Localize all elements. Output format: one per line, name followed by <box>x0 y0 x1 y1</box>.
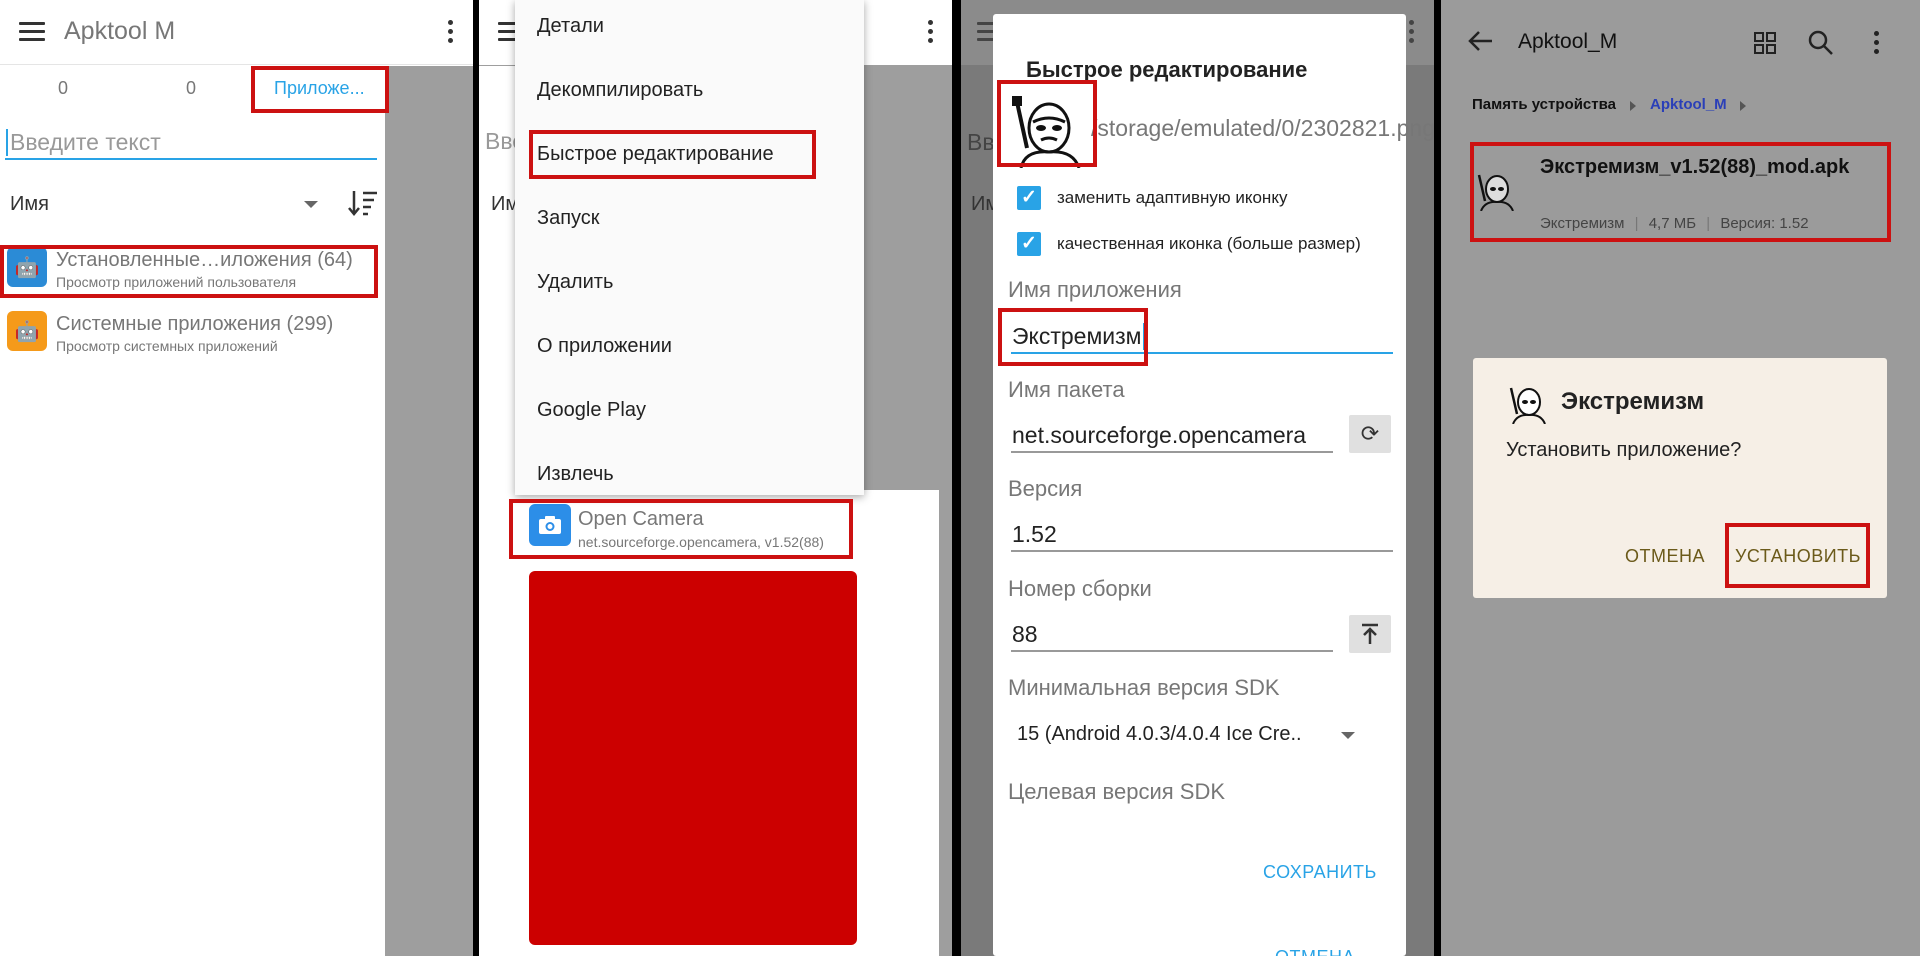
min-sdk-label: Минимальная версия SDK <box>1008 675 1280 700</box>
quick-edit-dialog: Быстрое редактирование /storage/emulated… <box>993 14 1434 956</box>
package-input[interactable]: net.sourceforge.opencamera <box>1012 422 1306 449</box>
panel-install: Apktool_M Память устройства Apktool_M Эк… <box>1441 0 1920 956</box>
chevron-right-icon <box>1740 101 1746 111</box>
highlight-box <box>997 80 1097 167</box>
version-label: Версия <box>1008 476 1083 501</box>
highlight-box <box>998 308 1148 366</box>
field-underline <box>1011 650 1333 652</box>
highlight-box <box>529 130 816 179</box>
highlight-box <box>1470 142 1891 242</box>
panel-quick-edit: Вв Им Быстрое редактирование /storage/em… <box>961 0 1434 956</box>
hamburger-menu-icon[interactable] <box>19 21 45 41</box>
menu-item-details[interactable]: Детали <box>537 15 604 38</box>
refresh-icon[interactable]: ⟳ <box>1349 415 1391 453</box>
icon-path: /storage/emulated/0/2302821.png <box>1091 115 1434 141</box>
list-item-title: Системные приложения (299) <box>56 313 334 335</box>
menu-item-extract[interactable]: Извлечь <box>537 463 614 486</box>
dropdown-caret-icon[interactable] <box>304 201 318 208</box>
checkbox-hq-icon[interactable]: ✓ <box>1017 232 1041 256</box>
dialog-title: Экстремизм <box>1561 388 1705 415</box>
more-options-icon <box>1409 20 1415 44</box>
menu-item-launch[interactable]: Запуск <box>537 207 600 230</box>
highlight-box <box>1725 523 1870 588</box>
checkbox-label: заменить адаптивную иконку <box>1057 188 1288 207</box>
panel-context-menu: Вве Им Детали Декомпилировать Быстрое ре… <box>479 0 952 956</box>
list-item-subtitle: Просмотр системных приложений <box>56 338 278 354</box>
search-icon[interactable] <box>1808 30 1834 56</box>
more-options-icon[interactable] <box>448 20 454 44</box>
build-label: Номер сборки <box>1008 576 1152 601</box>
menu-item-app-info[interactable]: О приложении <box>537 335 672 358</box>
app-icon <box>1509 387 1546 424</box>
redacted-block <box>529 571 857 945</box>
chevron-right-icon <box>1630 101 1636 111</box>
menu-item-delete[interactable]: Удалить <box>537 271 613 294</box>
highlight-box <box>251 66 389 113</box>
build-input[interactable]: 88 <box>1012 621 1038 648</box>
search-input[interactable]: Введите текст <box>6 129 161 156</box>
field-underline <box>1011 550 1393 552</box>
toolbar: Apktool M <box>0 0 473 65</box>
page-title: Apktool_M <box>1518 30 1618 53</box>
app-name-label: Имя приложения <box>1008 277 1182 302</box>
context-menu: Детали Декомпилировать Быстрое редактиро… <box>515 0 864 495</box>
back-arrow-icon[interactable] <box>1468 30 1494 52</box>
version-input[interactable]: 1.52 <box>1012 521 1057 548</box>
tab-1[interactable]: 0 <box>58 78 68 99</box>
grid-view-icon[interactable] <box>1753 31 1777 55</box>
package-label: Имя пакета <box>1008 377 1125 402</box>
menu-item-decompile[interactable]: Декомпилировать <box>537 79 703 102</box>
toolbar: Apktool_M <box>1441 0 1920 88</box>
app-title: Apktool M <box>64 17 176 45</box>
checkbox-adaptive-icon[interactable]: ✓ <box>1017 186 1041 210</box>
dialog-question: Установить приложение? <box>1506 439 1742 461</box>
more-options-icon[interactable] <box>928 20 934 44</box>
dropdown-caret-icon[interactable] <box>1341 732 1355 739</box>
search-underline <box>5 158 377 160</box>
tab-2[interactable]: 0 <box>186 78 196 99</box>
field-underline <box>1011 451 1333 453</box>
install-dialog: Экстремизм Установить приложение? ОТМЕНА… <box>1473 358 1887 598</box>
menu-item-google-play[interactable]: Google Play <box>537 399 646 422</box>
save-button[interactable]: СОХРАНИТЬ <box>1263 862 1377 883</box>
sort-order-icon[interactable] <box>347 189 379 217</box>
search-input-peek: Вв <box>967 129 995 155</box>
min-sdk-select[interactable]: 15 (Android 4.0.3/4.0.4 Ice Cre.. <box>1017 723 1302 746</box>
cancel-button[interactable]: ОТМЕНА <box>1625 546 1705 567</box>
cancel-button[interactable]: ОТМЕНА <box>1275 947 1355 956</box>
panel-app-list: Apktool M 0 0 Приложе... Введите текст И… <box>0 0 473 956</box>
scrim-overlay <box>385 66 473 956</box>
target-sdk-label: Целевая версия SDK <box>1008 779 1226 804</box>
highlight-box <box>509 499 853 559</box>
sort-label[interactable]: Имя <box>10 193 49 216</box>
upload-icon[interactable] <box>1349 615 1391 653</box>
android-icon: 🤖 <box>7 311 47 351</box>
breadcrumb-root[interactable]: Память устройства <box>1472 96 1616 113</box>
more-options-icon[interactable] <box>1874 31 1880 55</box>
checkbox-label: качественная иконка (больше размер) <box>1057 234 1361 253</box>
breadcrumb-folder[interactable]: Apktool_M <box>1650 96 1727 113</box>
highlight-box <box>0 245 378 298</box>
